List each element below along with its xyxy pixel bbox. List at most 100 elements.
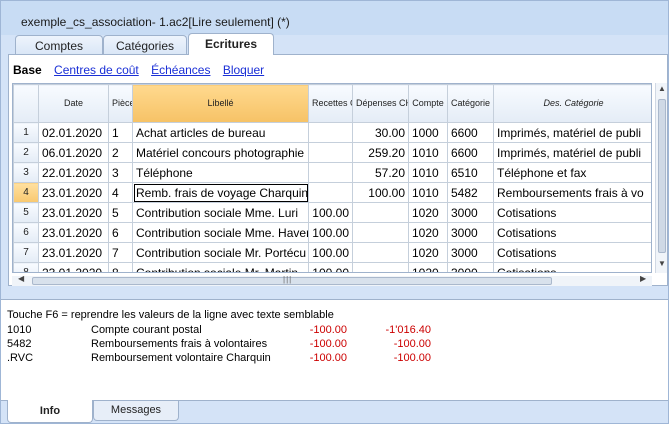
date-cell[interactable]: 06.01.2020	[38, 142, 109, 163]
header-depenses[interactable]: Dépenses CHF	[352, 84, 409, 123]
depenses-cell[interactable]: 100.00	[352, 182, 409, 203]
header-recettes[interactable]: Recettes CHF	[308, 84, 353, 123]
compte-cell[interactable]: 1010	[408, 142, 448, 163]
categorie-cell[interactable]: 3000	[447, 242, 494, 263]
table-row[interactable]: 3 22.01.2020 3 Téléphone 57.20 1010 6510 Téléph…	[13, 162, 651, 183]
categorie-cell[interactable]: 6510	[447, 162, 494, 183]
table-row[interactable]: 6 23.01.2020 6 Contribution sociale Mme. Ha…	[13, 222, 651, 243]
des-categorie-cell[interactable]: Cotisations	[493, 262, 651, 272]
scroll-right-icon[interactable]: ▶	[640, 274, 646, 283]
piece-cell[interactable]: 1	[108, 122, 133, 143]
horizontal-scrollbar[interactable]: ◀ ||| ▶	[12, 274, 652, 286]
piece-cell[interactable]: 7	[108, 242, 133, 263]
recettes-cell[interactable]: 100.00	[308, 202, 353, 223]
depenses-cell[interactable]	[352, 202, 409, 223]
libelle-cell[interactable]: Contribution sociale Mme. Luri	[132, 202, 309, 223]
piece-cell[interactable]: 3	[108, 162, 133, 183]
piece-cell[interactable]: 5	[108, 202, 133, 223]
recettes-cell[interactable]	[308, 182, 353, 203]
scroll-up-icon[interactable]: ▲	[656, 84, 668, 96]
depenses-cell[interactable]: 30.00	[352, 122, 409, 143]
date-cell[interactable]: 22.01.2020	[38, 162, 109, 183]
row-number-cell[interactable]: 6	[13, 222, 39, 243]
header-date[interactable]: Date	[38, 84, 109, 123]
libelle-cell[interactable]: Contribution sociale Mr. Portécu	[132, 242, 309, 263]
scroll-left-icon[interactable]: ◀	[18, 274, 24, 283]
compte-cell[interactable]: 1020	[408, 242, 448, 263]
categorie-cell[interactable]: 6600	[447, 142, 494, 163]
recettes-cell[interactable]: 100.00	[308, 222, 353, 243]
table-row[interactable]: 8 23.01.2020 8 Contribution sociale Mr. Mar…	[13, 262, 651, 272]
libelle-cell[interactable]: Téléphone	[132, 162, 309, 183]
depenses-cell[interactable]: 57.20	[352, 162, 409, 183]
depenses-cell[interactable]: 259.20	[352, 142, 409, 163]
header-des-categorie[interactable]: Des. Catégorie	[493, 84, 651, 123]
des-categorie-cell[interactable]: Cotisations	[493, 202, 651, 223]
row-number-cell[interactable]: 5	[13, 202, 39, 223]
des-categorie-cell[interactable]: Remboursements frais à vo	[493, 182, 651, 203]
compte-cell[interactable]: 1000	[408, 122, 448, 143]
view-base[interactable]: Base	[13, 63, 42, 77]
compte-cell[interactable]: 1010	[408, 162, 448, 183]
compte-cell[interactable]: 1020	[408, 222, 448, 243]
compte-cell[interactable]: 1010	[408, 182, 448, 203]
tab-ecritures[interactable]: Ecritures	[188, 33, 274, 55]
tab-comptes[interactable]: Comptes	[15, 35, 103, 55]
recettes-cell[interactable]	[308, 162, 353, 183]
tab-categories[interactable]: Catégories	[103, 35, 187, 55]
piece-cell[interactable]: 4	[108, 182, 133, 203]
scroll-down-icon[interactable]: ▼	[656, 259, 668, 271]
des-categorie-cell[interactable]: Imprimés, matériel de publi	[493, 142, 651, 163]
date-cell[interactable]: 23.01.2020	[38, 202, 109, 223]
header-libelle[interactable]: Libellé	[132, 84, 309, 123]
libelle-cell[interactable]: Achat articles de bureau	[132, 122, 309, 143]
recettes-cell[interactable]	[308, 142, 353, 163]
row-number-cell[interactable]: 2	[13, 142, 39, 163]
libelle-cell[interactable]: Remb. frais de voyage Charquin	[132, 182, 309, 203]
table-row[interactable]: 7 23.01.2020 7 Contribution sociale Mr. Por…	[13, 242, 651, 263]
table-row[interactable]: 5 23.01.2020 5 Contribution sociale Mme. Lu…	[13, 202, 651, 223]
recettes-cell[interactable]	[308, 122, 353, 143]
view-bloquer[interactable]: Bloquer	[223, 63, 264, 77]
depenses-cell[interactable]	[352, 242, 409, 263]
recettes-cell[interactable]: 100.00	[308, 262, 353, 272]
table-row[interactable]: 4 23.01.2020 4 Remb. frais de voyage Charqu…	[13, 182, 651, 203]
header-piece[interactable]: Pièce	[108, 84, 133, 123]
row-number-cell[interactable]: 8	[13, 262, 39, 272]
date-cell[interactable]: 23.01.2020	[38, 242, 109, 263]
header-categorie[interactable]: Catégorie	[447, 84, 494, 123]
categorie-cell[interactable]: 6600	[447, 122, 494, 143]
tab-info[interactable]: Info	[7, 400, 93, 423]
categorie-cell[interactable]: 3000	[447, 202, 494, 223]
view-echeances[interactable]: Échéances	[151, 63, 210, 77]
piece-cell[interactable]: 8	[108, 262, 133, 272]
des-categorie-cell[interactable]: Cotisations	[493, 222, 651, 243]
recettes-cell[interactable]: 100.00	[308, 242, 353, 263]
row-number-cell[interactable]: 4	[13, 182, 39, 203]
date-cell[interactable]: 23.01.2020	[38, 262, 109, 272]
table-row[interactable]: 1 02.01.2020 1 Achat articles de bureau 30.0…	[13, 122, 651, 143]
row-number-cell[interactable]: 7	[13, 242, 39, 263]
libelle-cell[interactable]: Contribution sociale Mr. Martin	[132, 262, 309, 272]
date-cell[interactable]: 23.01.2020	[38, 182, 109, 203]
view-centres-de-cout[interactable]: Centres de coût	[54, 63, 139, 77]
vertical-scrollbar[interactable]: ▲ ▼	[655, 83, 667, 273]
depenses-cell[interactable]	[352, 222, 409, 243]
table-row[interactable]: 2 06.01.2020 2 Matériel concours photograph…	[13, 142, 651, 163]
header-compte[interactable]: Compte	[408, 84, 448, 123]
compte-cell[interactable]: 1020	[408, 202, 448, 223]
des-categorie-cell[interactable]: Imprimés, matériel de publi	[493, 122, 651, 143]
date-cell[interactable]: 23.01.2020	[38, 222, 109, 243]
row-number-cell[interactable]: 3	[13, 162, 39, 183]
horizontal-scroll-thumb[interactable]: |||	[32, 275, 552, 285]
des-categorie-cell[interactable]: Cotisations	[493, 242, 651, 263]
categorie-cell[interactable]: 5482	[447, 182, 494, 203]
piece-cell[interactable]: 6	[108, 222, 133, 243]
categorie-cell[interactable]: 3000	[447, 222, 494, 243]
libelle-cell[interactable]: Matériel concours photographie	[132, 142, 309, 163]
compte-cell[interactable]: 1020	[408, 262, 448, 272]
categorie-cell[interactable]: 3000	[447, 262, 494, 272]
des-categorie-cell[interactable]: Téléphone et fax	[493, 162, 651, 183]
piece-cell[interactable]: 2	[108, 142, 133, 163]
vertical-scroll-thumb[interactable]	[658, 99, 666, 253]
